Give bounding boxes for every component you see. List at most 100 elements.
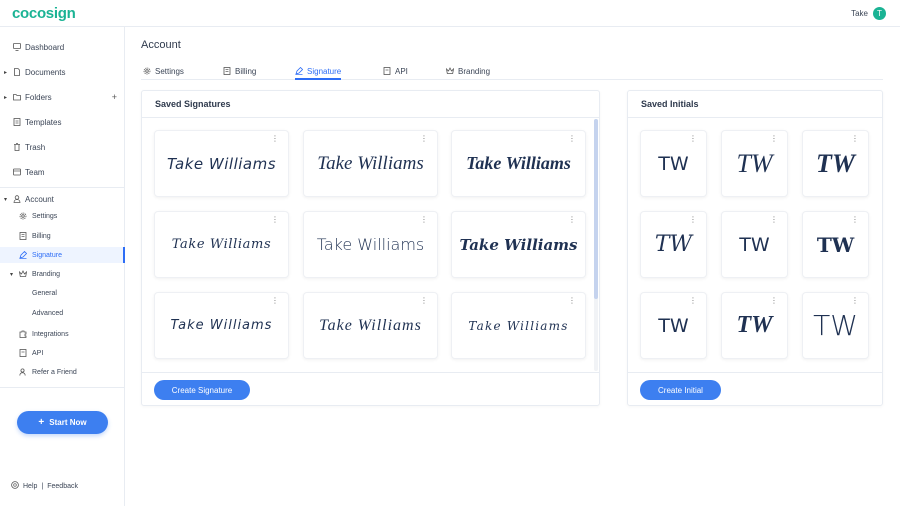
tab-label: Signature xyxy=(307,67,342,76)
sidebar-item-integrations[interactable]: Integrations xyxy=(0,326,125,342)
signatures-scrollbar-thumb[interactable] xyxy=(594,119,598,299)
more-options-icon[interactable]: ⋮ xyxy=(770,297,778,305)
signature-card[interactable]: ⋮ Take Williams xyxy=(451,211,586,278)
signature-card[interactable]: ⋮ Take Williams xyxy=(303,130,438,197)
tab-settings[interactable]: Settings xyxy=(143,65,184,78)
initial-card[interactable]: ⋮ TW xyxy=(802,292,869,359)
tab-billing[interactable]: Billing xyxy=(223,65,256,78)
more-options-icon[interactable]: ⋮ xyxy=(420,216,428,224)
user-name[interactable]: Take xyxy=(851,9,868,18)
signature-card[interactable]: ⋮ Take Williams xyxy=(303,292,438,359)
start-now-label: Start Now xyxy=(49,418,87,427)
start-now-button[interactable]: + Start Now xyxy=(17,411,108,434)
sidebar-item-label: Account xyxy=(25,194,54,204)
trash-icon xyxy=(13,143,21,151)
api-icon xyxy=(383,66,391,77)
tab-signature[interactable]: Signature xyxy=(295,65,342,80)
plus-icon: + xyxy=(38,417,45,428)
sidebar-item-refer[interactable]: Refer a Friend xyxy=(0,364,125,380)
initial-text: TW xyxy=(736,312,773,338)
sidebar-item-documents[interactable]: ▸ Documents xyxy=(0,63,125,81)
initial-text: TW xyxy=(816,148,855,178)
team-icon xyxy=(13,168,21,176)
sidebar-item-label: Signature xyxy=(32,251,62,259)
sidebar-item-settings[interactable]: Settings xyxy=(0,208,125,224)
initial-card[interactable]: ⋮ TW xyxy=(640,292,707,359)
app-logo[interactable]: cocosign xyxy=(12,5,76,22)
more-options-icon[interactable]: ⋮ xyxy=(568,297,576,305)
sidebar-item-signature[interactable]: Signature xyxy=(0,247,125,263)
sidebar-divider xyxy=(0,187,124,188)
more-options-icon[interactable]: ⋮ xyxy=(851,216,859,224)
caret-down-icon[interactable]: ▾ xyxy=(10,271,13,278)
sidebar-item-trash[interactable]: Trash xyxy=(0,138,125,156)
initial-card[interactable]: ⋮ TW xyxy=(721,130,788,197)
initial-card[interactable]: ⋮ TW xyxy=(640,211,707,278)
tab-label: Billing xyxy=(235,67,257,76)
initial-text: TW xyxy=(736,148,773,178)
caret-right-icon[interactable]: ▸ xyxy=(4,69,7,76)
more-options-icon[interactable]: ⋮ xyxy=(271,216,279,224)
more-options-icon[interactable]: ⋮ xyxy=(271,297,279,305)
initial-card[interactable]: ⋮ TW xyxy=(802,130,869,197)
more-options-icon[interactable]: ⋮ xyxy=(851,135,859,143)
sidebar-item-dashboard[interactable]: Dashboard xyxy=(0,38,125,56)
add-folder-icon[interactable]: + xyxy=(112,92,117,102)
sidebar-item-label: Integrations xyxy=(32,330,69,338)
feedback-link[interactable]: Feedback xyxy=(47,483,78,490)
puzzle-icon xyxy=(19,330,27,338)
more-options-icon[interactable]: ⋮ xyxy=(568,135,576,143)
signature-card[interactable]: ⋮ Take Williams xyxy=(303,211,438,278)
signature-card[interactable]: ⋮ Take Williams xyxy=(451,130,586,197)
sidebar-item-team[interactable]: Team xyxy=(0,163,125,181)
api-icon xyxy=(19,349,27,357)
sidebar-item-templates[interactable]: Templates xyxy=(0,113,125,131)
signature-card[interactable]: ⋮ Take Williams xyxy=(154,292,289,359)
more-options-icon[interactable]: ⋮ xyxy=(420,135,428,143)
signature-card[interactable]: ⋮ Take Williams xyxy=(451,292,586,359)
more-options-icon[interactable]: ⋮ xyxy=(770,216,778,224)
panel-title: Saved Initials xyxy=(641,99,699,109)
sidebar-item-folders[interactable]: ▸ Folders + xyxy=(0,88,125,106)
caret-down-icon[interactable]: ▾ xyxy=(4,196,7,203)
more-options-icon[interactable]: ⋮ xyxy=(689,216,697,224)
panel-divider xyxy=(628,117,882,118)
account-tabs: Settings Billing Signature API Branding xyxy=(141,62,883,80)
signature-text: Take Williams xyxy=(316,235,425,254)
more-options-icon[interactable]: ⋮ xyxy=(420,297,428,305)
more-options-icon[interactable]: ⋮ xyxy=(689,135,697,143)
signature-text: Take Williams xyxy=(170,318,273,333)
initial-card[interactable]: ⋮ TW xyxy=(721,292,788,359)
more-options-icon[interactable]: ⋮ xyxy=(851,297,859,305)
caret-right-icon[interactable]: ▸ xyxy=(4,94,7,101)
sidebar-item-label: Settings xyxy=(32,212,58,220)
sidebar-item-label: Billing xyxy=(32,232,51,240)
create-initial-button[interactable]: Create Initial xyxy=(640,380,721,400)
signature-card[interactable]: ⋮ Take Williams xyxy=(154,130,289,197)
crown-icon xyxy=(445,66,455,77)
sidebar-item-account[interactable]: ▾ Account xyxy=(0,190,125,208)
more-options-icon[interactable]: ⋮ xyxy=(568,216,576,224)
initial-card[interactable]: ⋮ TW xyxy=(802,211,869,278)
initial-card[interactable]: ⋮ TW xyxy=(721,211,788,278)
create-signature-button[interactable]: Create Signature xyxy=(154,380,250,400)
sidebar-item-api[interactable]: API xyxy=(0,345,125,361)
sidebar-item-label: Dashboard xyxy=(25,42,65,52)
help-link[interactable]: Help xyxy=(23,483,37,490)
signature-text: Take Williams xyxy=(468,318,569,333)
signature-card[interactable]: ⋮ Take Williams xyxy=(154,211,289,278)
more-options-icon[interactable]: ⋮ xyxy=(770,135,778,143)
avatar[interactable]: T xyxy=(873,7,886,20)
sidebar-item-general[interactable]: General xyxy=(32,290,57,297)
tab-api[interactable]: API xyxy=(383,65,408,78)
sidebar-item-advanced[interactable]: Advanced xyxy=(32,310,63,317)
sidebar-item-branding[interactable]: ▾ Branding xyxy=(0,266,125,282)
pen-icon xyxy=(295,66,304,77)
more-options-icon[interactable]: ⋮ xyxy=(689,297,697,305)
sidebar-item-billing[interactable]: Billing xyxy=(0,228,125,244)
sidebar-item-label: Templates xyxy=(25,117,62,127)
page-title: Account xyxy=(141,39,181,51)
initial-card[interactable]: ⋮ TW xyxy=(640,130,707,197)
more-options-icon[interactable]: ⋮ xyxy=(271,135,279,143)
tab-branding[interactable]: Branding xyxy=(445,65,490,78)
